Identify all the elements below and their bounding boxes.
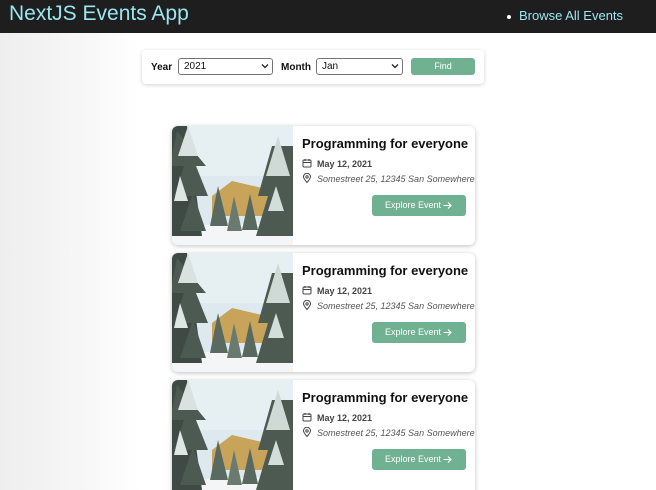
event-date: May 12, 2021 [317, 159, 373, 169]
event-title: Programming for everyone [302, 263, 469, 278]
nav-bullet [507, 15, 511, 19]
explore-event-button[interactable]: Explore Event [372, 449, 466, 470]
app-title-link[interactable]: NextJS Events App [9, 1, 189, 27]
event-image [172, 253, 293, 372]
year-label: Year [151, 62, 173, 73]
explore-event-label: Explore Event [385, 454, 442, 464]
browse-all-events-link[interactable]: Browse All Events [519, 8, 623, 24]
location-pin-icon [302, 427, 312, 437]
event-image [172, 126, 293, 245]
event-card: Programming for everyone May 12, 2021 So… [172, 380, 475, 490]
event-date: May 12, 2021 [317, 413, 373, 423]
page-side-shade [0, 33, 140, 490]
find-button[interactable]: Find [411, 58, 475, 75]
event-card: Programming for everyone May 12, 2021 So… [172, 126, 475, 245]
event-address: Somestreet 25, 12345 San Somewhereo [317, 301, 475, 311]
event-filter-form: Year 2021 Month Jan Find [142, 50, 484, 84]
chevron-down-icon [261, 64, 269, 69]
month-label: Month [281, 62, 311, 73]
arrow-right-icon [443, 456, 452, 463]
location-pin-icon [302, 300, 312, 310]
event-date: May 12, 2021 [317, 286, 373, 296]
arrow-right-icon [443, 202, 452, 209]
explore-event-label: Explore Event [385, 327, 442, 337]
month-select-value: Jan [322, 61, 339, 72]
calendar-icon [302, 413, 312, 422]
calendar-icon [302, 286, 312, 295]
event-card: Programming for everyone May 12, 2021 So… [172, 253, 475, 372]
arrow-right-icon [443, 329, 452, 336]
year-select[interactable]: 2021 [178, 58, 273, 75]
event-address: Somestreet 25, 12345 San Somewhereo [317, 428, 475, 438]
explore-event-label: Explore Event [385, 200, 442, 210]
event-image [172, 380, 293, 490]
event-title: Programming for everyone [302, 390, 469, 405]
event-title: Programming for everyone [302, 136, 469, 151]
top-navigation-bar: NextJS Events App Browse All Events [0, 0, 656, 33]
location-pin-icon [302, 173, 312, 183]
explore-event-button[interactable]: Explore Event [372, 322, 466, 343]
month-select[interactable]: Jan [316, 58, 403, 75]
explore-event-button[interactable]: Explore Event [372, 195, 466, 216]
chevron-down-icon [391, 64, 399, 69]
year-select-value: 2021 [184, 61, 207, 72]
event-address: Somestreet 25, 12345 San Somewhereo [317, 174, 475, 184]
calendar-icon [302, 159, 312, 168]
